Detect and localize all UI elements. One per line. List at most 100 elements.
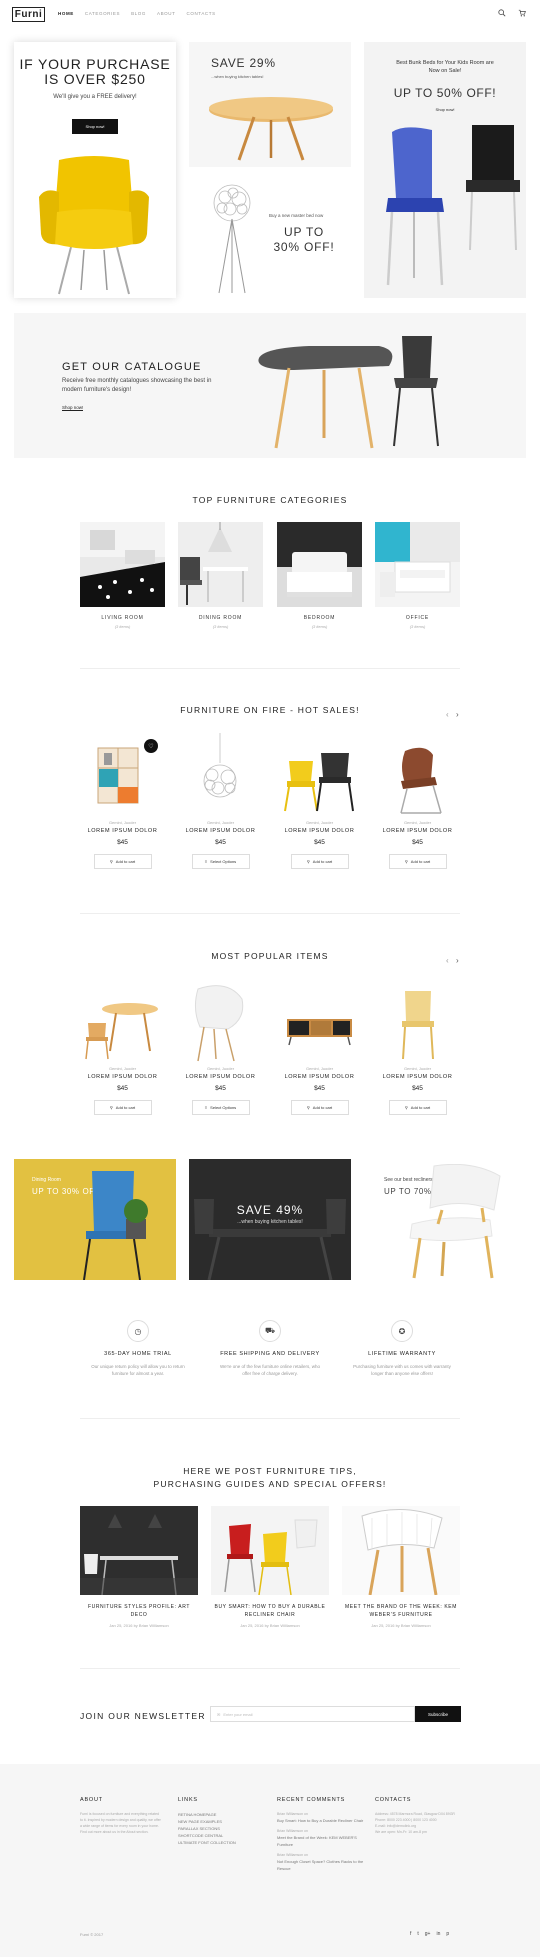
add-to-cart-button[interactable]: ⚲ Add to cart [93,1100,152,1115]
subscribe-button[interactable]: Subscribe [415,1706,461,1722]
banner-recliners[interactable]: See our best recliners UP TO 70% OFF [364,1159,526,1280]
product-image[interactable] [277,979,362,1064]
product-name[interactable]: LOREM IPSUM DOLOR [375,828,460,834]
twitter-icon[interactable]: t [417,1931,418,1937]
product-category[interactable]: Gemini, Juoder [178,1066,263,1071]
pinterest-icon[interactable]: p [446,1931,449,1937]
comment-link[interactable]: Not Enough Closet Space? Clothes Racks t… [277,1858,367,1872]
category-image[interactable] [178,522,263,607]
product-category[interactable]: Gemini, Juoder [277,1066,362,1071]
nav-contacts[interactable]: CONTACTS [187,11,216,16]
product-name[interactable]: LOREM IPSUM DOLOR [80,1074,165,1080]
post-author[interactable]: by Brian Williamson [396,1623,431,1628]
product-name[interactable]: LOREM IPSUM DOLOR [178,828,263,834]
post-author[interactable]: by Brian Williamson [265,1623,300,1628]
cart-icon[interactable] [518,9,526,19]
footer-link[interactable]: RETINA HOMEPAGE [178,1811,268,1818]
add-to-cart-button[interactable]: ⚲ Add to cart [290,1100,349,1115]
post-image[interactable] [342,1506,460,1595]
logo[interactable]: Furni [12,7,45,22]
product-card[interactable]: Gemini, Juoder LOREM IPSUM DOLOR $45 ⚲ Ad… [80,979,165,1115]
product-category[interactable]: Gemini, Juoder [375,820,460,825]
post-image[interactable] [80,1506,198,1595]
add-to-cart-button[interactable]: ⚲ Add to cart [388,854,447,869]
nav-about[interactable]: ABOUT [157,11,176,16]
linkedin-icon[interactable]: in [436,1931,440,1937]
product-image[interactable] [375,733,460,818]
product-name[interactable]: LOREM IPSUM DOLOR [178,1074,263,1080]
blog-post[interactable]: MEET THE BRAND OF THE WEEK: KEM WEBER'S … [342,1506,460,1628]
product-card[interactable]: Gemini, Juoder LOREM IPSUM DOLOR $45 ≡ Se… [178,733,263,869]
product-image[interactable] [178,733,263,818]
product-name[interactable]: LOREM IPSUM DOLOR [277,1074,362,1080]
category-image[interactable] [375,522,460,607]
product-card[interactable]: Gemini, Juoder LOREM IPSUM DOLOR $45 ⚲ Ad… [277,733,362,869]
newsletter-email-input[interactable]: ✉ Enter your email [210,1706,415,1722]
post-title[interactable]: FURNITURE STYLES PROFILE: ART DECO [80,1603,198,1619]
product-card[interactable]: Gemini, Juoder LOREM IPSUM DOLOR $45 ⚲ Ad… [375,979,460,1115]
banner-dining-room[interactable]: Dining Room UP TO 30% OFF! [14,1159,176,1280]
category-image[interactable] [80,522,165,607]
chevron-left-icon[interactable]: ‹ [446,710,449,719]
banner-kitchen-tables[interactable]: SAVE 49% ...when buying kitchen tables! [189,1159,351,1280]
comment-link[interactable]: Buy Smart: How to Buy a Durable Recliner… [277,1817,367,1824]
select-options-button[interactable]: ≡ Select Options [191,1100,250,1115]
category-name[interactable]: BEDROOM [277,615,362,621]
post-title[interactable]: MEET THE BRAND OF THE WEEK: KEM WEBER'S … [342,1603,460,1619]
product-image[interactable] [375,979,460,1064]
google-plus-icon[interactable]: g+ [425,1931,431,1937]
product-card[interactable]: Gemini, Juoder LOREM IPSUM DOLOR $45 ⚲ Ad… [277,979,362,1115]
product-image[interactable]: ♡ [80,733,165,818]
product-card[interactable]: Gemini, Juoder LOREM IPSUM DOLOR $45 ≡ Se… [178,979,263,1115]
select-options-button[interactable]: ≡ Select Options [191,854,250,869]
product-category[interactable]: Gemini, Juoder [80,1066,165,1071]
chevron-left-icon[interactable]: ‹ [446,956,449,965]
post-image[interactable] [211,1506,329,1595]
category-name[interactable]: DINING ROOM [178,615,263,621]
product-image[interactable] [178,979,263,1064]
product-image[interactable] [80,979,165,1064]
product-category[interactable]: Gemini, Juoder [178,820,263,825]
product-name[interactable]: LOREM IPSUM DOLOR [80,828,165,834]
catalogue-shop-link[interactable]: Shop now! [62,405,84,411]
post-title[interactable]: BUY SMART: HOW TO BUY A DURABLE RECLINER… [211,1603,329,1619]
nav-categories[interactable]: CATEGORIES [85,11,120,16]
chevron-right-icon[interactable]: › [456,710,459,719]
product-image[interactable] [277,733,362,818]
category-office[interactable]: OFFICE (3 items) [375,522,460,629]
product-category[interactable]: Gemini, Juoder [375,1066,460,1071]
category-name[interactable]: LIVING ROOM [80,615,165,621]
shop-now-link[interactable]: Shop now! [364,107,526,112]
product-category[interactable]: Gemini, Juoder [80,820,165,825]
footer-link[interactable]: SHORTCODE CENTRAL [178,1832,268,1839]
blog-post[interactable]: FURNITURE STYLES PROFILE: ART DECO Jan 2… [80,1506,198,1628]
nav-home[interactable]: HOME [58,11,74,16]
blog-post[interactable]: BUY SMART: HOW TO BUY A DURABLE RECLINER… [211,1506,329,1628]
promo-free-delivery[interactable]: IF YOUR PURCHASE IS OVER $250 We'll give… [14,42,176,298]
footer-link[interactable]: PARALLAX SECTIONS [178,1825,268,1832]
search-icon[interactable] [498,9,506,19]
promo-master-bed[interactable]: Buy a new master bed now UP TO 30% OFF! [189,173,351,298]
footer-link[interactable]: NEW PAGE EXAMPLES [178,1818,268,1825]
post-author[interactable]: by Brian Williamson [134,1623,169,1628]
chevron-right-icon[interactable]: › [456,956,459,965]
shop-now-button[interactable]: Shop now! [72,119,118,134]
product-card[interactable]: ♡ Gemini, Juoder LOREM IPSUM DOLOR $45 ⚲… [80,733,165,869]
footer-link[interactable]: ULTIMATE FONT COLLECTION [178,1839,268,1846]
add-to-cart-button[interactable]: ⚲ Add to cart [93,854,152,869]
comment-link[interactable]: Meet the Brand of the Week: KEM WEBER'S … [277,1834,367,1848]
product-category[interactable]: Gemini, Juoder [277,820,362,825]
add-to-cart-button[interactable]: ⚲ Add to cart [290,854,349,869]
promo-bunk-beds[interactable]: Best Bunk Beds for Your Kids Room are No… [364,42,526,298]
product-name[interactable]: LOREM IPSUM DOLOR [277,828,362,834]
category-bedroom[interactable]: BEDROOM (3 items) [277,522,362,629]
product-name[interactable]: LOREM IPSUM DOLOR [375,1074,460,1080]
product-card[interactable]: Gemini, Juoder LOREM IPSUM DOLOR $45 ⚲ Ad… [375,733,460,869]
category-image[interactable] [277,522,362,607]
nav-blog[interactable]: BLOG [131,11,146,16]
facebook-icon[interactable]: f [410,1931,411,1937]
add-to-cart-button[interactable]: ⚲ Add to cart [388,1100,447,1115]
category-living-room[interactable]: LIVING ROOM (3 items) [80,522,165,629]
heart-icon[interactable]: ♡ [144,739,158,753]
category-dining-room[interactable]: DINING ROOM (3 items) [178,522,263,629]
